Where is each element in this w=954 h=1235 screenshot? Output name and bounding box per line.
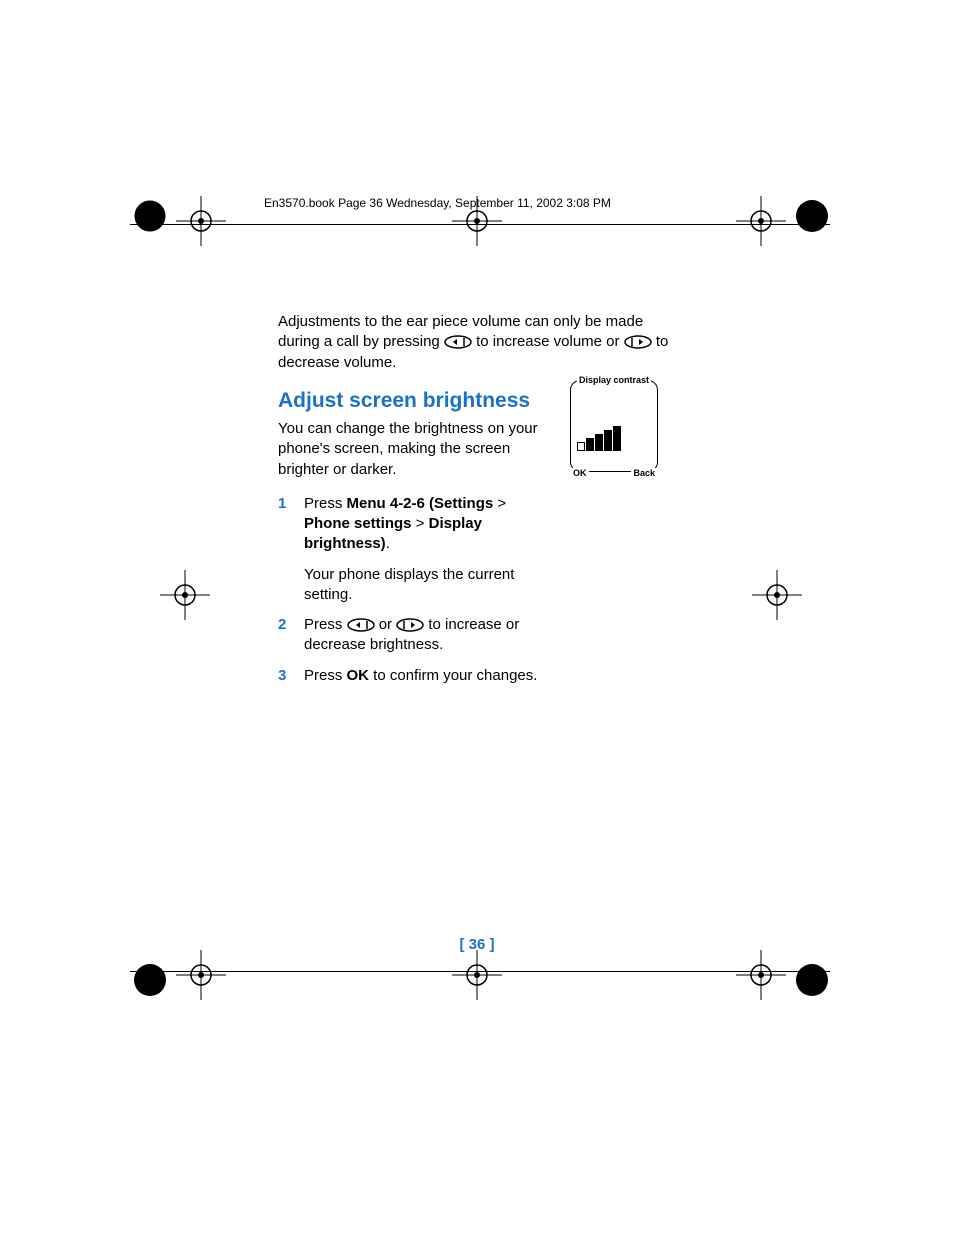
step-1-followup: Your phone displays the current setting. bbox=[304, 565, 548, 606]
step-number: 2 bbox=[278, 615, 304, 656]
running-header: En3570.book Page 36 Wednesday, September… bbox=[264, 196, 804, 210]
crosshair-icon bbox=[176, 950, 226, 1000]
crosshair-icon bbox=[736, 950, 786, 1000]
softkey-right: Back bbox=[631, 468, 657, 478]
crosshair-icon bbox=[752, 570, 802, 620]
crosshair-icon bbox=[160, 570, 210, 620]
right-key-icon bbox=[624, 335, 652, 349]
header-rule bbox=[130, 224, 830, 225]
step-2: 2 Press or to increase or decrease brigh… bbox=[278, 615, 548, 656]
step-number: 3 bbox=[278, 666, 304, 686]
footer-rule bbox=[130, 971, 830, 972]
contrast-bars-icon bbox=[577, 426, 621, 451]
intro-paragraph: Adjustments to the ear piece volume can … bbox=[278, 312, 678, 373]
main-content: Adjustments to the ear piece volume can … bbox=[278, 312, 678, 696]
page-number: [ 36 ] bbox=[0, 936, 954, 953]
right-key-icon bbox=[396, 618, 424, 632]
screen-title: Display contrast bbox=[577, 375, 651, 385]
step-1: 1 Press Menu 4-2-6 (Settings > Phone set… bbox=[278, 494, 548, 555]
step-number: 1 bbox=[278, 494, 304, 555]
step-3: 3 Press OK to confirm your changes. bbox=[278, 666, 668, 686]
crosshair-icon bbox=[452, 950, 502, 1000]
section-description: You can change the brightness on your ph… bbox=[278, 419, 548, 480]
softkey-left: OK bbox=[571, 468, 589, 478]
left-key-icon bbox=[347, 618, 375, 632]
phone-screen-illustration: Display contrast OK Back bbox=[570, 380, 658, 472]
crop-mark-icon bbox=[130, 960, 170, 1000]
left-key-icon bbox=[444, 335, 472, 349]
crop-mark-icon bbox=[792, 960, 832, 1000]
